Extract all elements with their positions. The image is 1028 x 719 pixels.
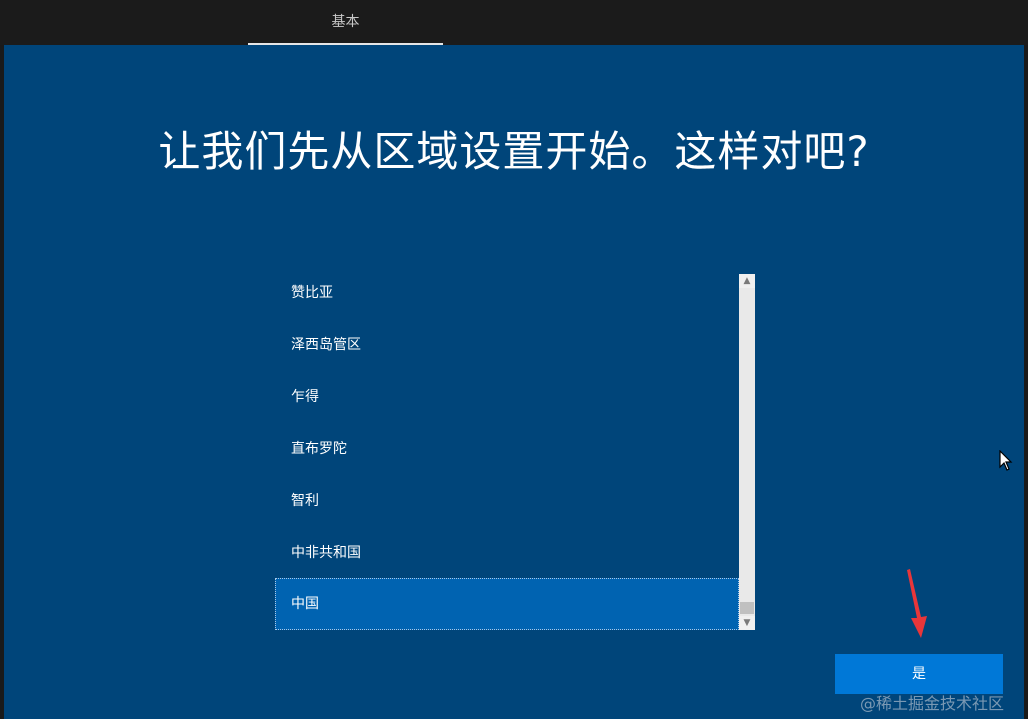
region-list[interactable]: 赞比亚 泽西岛管区 乍得 直布罗陀 智利 中非共和国 中国: [275, 274, 739, 630]
list-item[interactable]: 乍得: [275, 371, 739, 423]
list-item[interactable]: 泽西岛管区: [275, 319, 739, 371]
chevron-down-icon[interactable]: ▼: [739, 616, 755, 630]
top-bar: 基本: [0, 0, 1028, 45]
page-title: 让我们先从区域设置开始。这样对吧?: [158, 127, 870, 176]
mouse-pointer-icon: [999, 450, 1013, 471]
scrollbar-thumb[interactable]: [740, 602, 754, 614]
setup-window: 基本 让我们先从区域设置开始。这样对吧? 赞比亚 泽西岛管区 乍得 直布罗陀 智…: [0, 0, 1028, 719]
watermark: @稀土掘金技术社区: [860, 694, 1005, 713]
list-scrollbar[interactable]: ▲ ▼: [739, 274, 755, 630]
list-item[interactable]: 赞比亚: [275, 274, 739, 319]
chevron-up-icon[interactable]: ▲: [739, 274, 755, 288]
red-arrow-icon: [907, 569, 927, 638]
list-item-selected[interactable]: 中国: [275, 578, 739, 630]
list-item[interactable]: 直布罗陀: [275, 423, 739, 475]
tab-basics[interactable]: 基本: [248, 0, 443, 45]
list-item[interactable]: 智利: [275, 475, 739, 527]
yes-button[interactable]: 是: [835, 654, 1003, 694]
list-item[interactable]: 中非共和国: [275, 527, 739, 579]
